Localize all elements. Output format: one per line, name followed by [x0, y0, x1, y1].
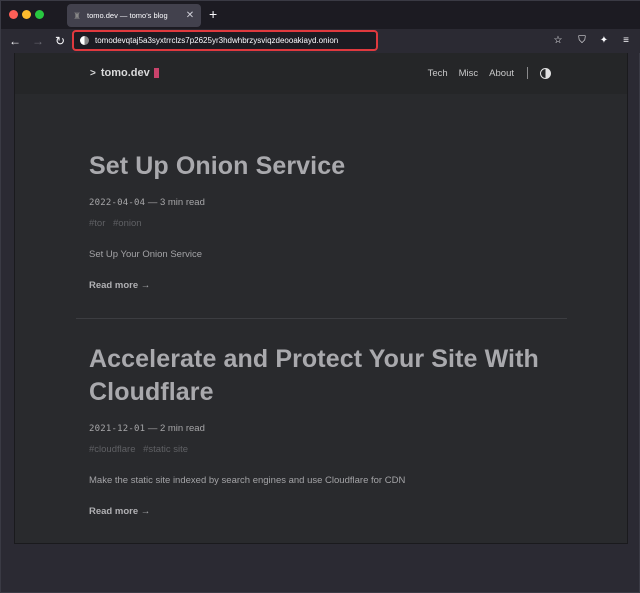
nav-link-tech[interactable]: Tech [428, 68, 448, 79]
url-text[interactable]: tomodevqtaj5a3syxtrrclzs7p2625yr3hdwhbrz… [95, 36, 338, 45]
post-item: Set Up Onion Service 2022-04-04 — 3 min … [89, 150, 569, 293]
logo-text: tomo.dev [100, 67, 150, 79]
post-read-time: — 3 min read [147, 197, 205, 208]
read-more-link[interactable]: Read more → [89, 506, 150, 517]
tag-link[interactable]: #tor [89, 218, 105, 229]
site-nav: Tech Misc About [417, 67, 551, 79]
post-read-time: — 2 min read [147, 423, 205, 434]
post-date: 2022-04-04 [89, 198, 146, 208]
post-meta: 2021-12-01 — 2 min read [89, 423, 569, 434]
post-meta: 2022-04-04 — 3 min read [89, 197, 569, 208]
bookmark-star-icon[interactable]: ☆ [551, 33, 565, 49]
favicon-icon: ♜ [73, 10, 82, 21]
nav-link-misc[interactable]: Misc [459, 68, 479, 79]
maximize-window-button[interactable] [35, 10, 44, 19]
tag-link[interactable]: #static site [143, 444, 188, 455]
post-tags: #cloudflare #static site [89, 444, 569, 455]
post-tags: #tor #onion [89, 218, 569, 229]
close-tab-icon[interactable]: ✕ [185, 10, 195, 21]
close-window-button[interactable] [9, 10, 18, 19]
extension-icon[interactable]: ✦ [597, 33, 611, 49]
address-bar[interactable]: tomodevqtaj5a3syxtrrclzs7p2625yr3hdwhbrz… [72, 30, 378, 51]
prompt-icon: > [90, 67, 96, 79]
post-title[interactable]: Accelerate and Protect Your Site With Cl… [89, 343, 569, 409]
theme-toggle-icon[interactable] [540, 67, 551, 79]
tag-link[interactable]: #cloudflare [89, 444, 135, 455]
read-more-link[interactable]: Read more → [89, 280, 150, 291]
menu-icon[interactable]: ≡ [619, 33, 633, 49]
browser-tab[interactable]: ♜ tomo.dev — tomo's blog ✕ [67, 4, 201, 27]
tab-title: tomo.dev — tomo's blog [87, 11, 168, 20]
tab-bar: ♜ tomo.dev — tomo's blog ✕ + [1, 1, 640, 29]
site-logo[interactable]: > tomo.dev [90, 67, 159, 79]
minimize-window-button[interactable] [22, 10, 31, 19]
forward-button[interactable]: → [30, 32, 46, 50]
cursor-block [153, 68, 159, 78]
onion-site-icon [80, 36, 89, 45]
new-tab-button[interactable]: + [209, 6, 217, 22]
nav-link-about[interactable]: About [489, 68, 514, 79]
navigation-toolbar: ← → ↻ tomodevqtaj5a3syxtrrclzs7p2625yr3h… [1, 29, 640, 53]
nav-divider [527, 67, 528, 79]
back-button[interactable]: ← [7, 32, 23, 50]
post-description: Make the static site indexed by search e… [89, 475, 406, 486]
page-viewport: > tomo.dev Tech Misc About Set Up Onion … [14, 53, 628, 544]
site-header: > tomo.dev Tech Misc About [15, 53, 627, 94]
post-date: 2021-12-01 [89, 424, 146, 434]
post-description: Set Up Your Onion Service [89, 249, 203, 260]
browser-window: ♜ tomo.dev — tomo's blog ✕ + ← → ↻ tomod… [0, 0, 640, 593]
tag-link[interactable]: #onion [113, 218, 142, 229]
reload-button[interactable]: ↻ [52, 32, 68, 50]
post-divider [76, 318, 567, 319]
post-title[interactable]: Set Up Onion Service [89, 150, 569, 183]
shield-icon[interactable]: ⛉ [575, 33, 589, 49]
post-item: Accelerate and Protect Your Site With Cl… [89, 343, 569, 519]
